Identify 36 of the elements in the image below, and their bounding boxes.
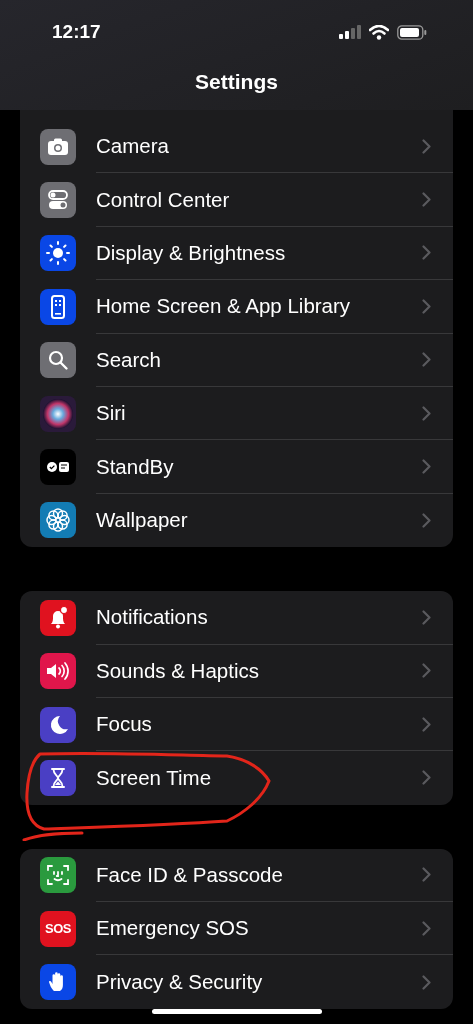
row-label[interactable]: Search: [96, 347, 161, 372]
row-label[interactable]: Privacy & Security: [96, 970, 263, 995]
page-title: Settings: [194, 70, 279, 94]
chevron-icon: [422, 663, 431, 679]
row-label[interactable]: StandBy: [96, 454, 174, 479]
row-label[interactable]: Home Screen & App Library: [96, 294, 351, 319]
row-label[interactable]: Control Center: [96, 187, 230, 212]
chevron-icon: [422, 245, 431, 261]
chevron-icon: [422, 352, 431, 368]
battery-icon: [397, 24, 427, 40]
chevron-icon: [422, 298, 431, 314]
chevron-icon: [422, 716, 431, 732]
chevron-icon: [422, 867, 431, 883]
status-time: 12:17: [52, 21, 101, 43]
chevron-icon: [422, 609, 431, 625]
chevron-icon: [422, 920, 431, 936]
wifi-icon: [369, 24, 389, 40]
row-label[interactable]: Display & Brightness: [96, 240, 286, 265]
chevron-icon: [422, 512, 431, 528]
chevron-icon: [422, 192, 431, 208]
chevron-icon: [422, 459, 431, 475]
row-label[interactable]: Focus: [96, 712, 152, 737]
chevron-icon: [422, 138, 431, 154]
row-label[interactable]: Wallpaper: [96, 508, 188, 533]
row-label[interactable]: Siri: [96, 401, 126, 426]
row-label[interactable]: Notifications: [96, 605, 208, 630]
chevron-icon: [422, 405, 431, 421]
signal-icon: [339, 25, 361, 39]
sos-icon: SOS: [40, 910, 76, 947]
chevron-icon: [422, 974, 431, 990]
row-label[interactable]: Screen Time: [96, 766, 212, 790]
chevron-icon: [422, 770, 431, 786]
row-label[interactable]: Camera: [96, 134, 169, 159]
row-label[interactable]: Emergency SOS: [96, 916, 249, 941]
row-label[interactable]: Face ID & Passcode: [96, 862, 283, 887]
row-label[interactable]: Sounds & Haptics: [96, 658, 259, 683]
